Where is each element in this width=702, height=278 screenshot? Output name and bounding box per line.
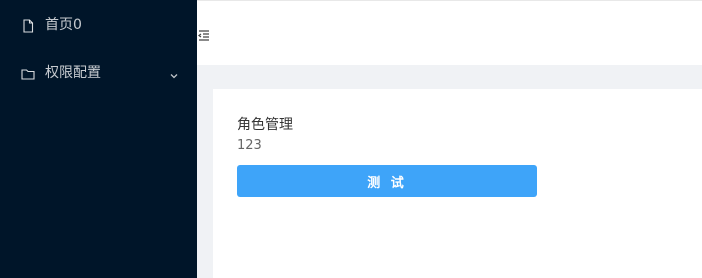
chevron-down-icon[interactable] bbox=[168, 67, 180, 79]
sidebar-item-permission-config[interactable]: 权限配置 bbox=[0, 53, 197, 93]
menu-fold-icon[interactable] bbox=[197, 27, 211, 41]
folder-icon bbox=[21, 66, 35, 80]
app-root: 首页0 权限配置 角色管理 123 测 试 bbox=[0, 0, 702, 278]
sidebar-item-label: 首页0 bbox=[45, 17, 82, 33]
sidebar-item-label: 权限配置 bbox=[45, 65, 101, 81]
content-card: 角色管理 123 测 试 bbox=[213, 89, 702, 278]
card-value: 123 bbox=[237, 138, 262, 153]
file-icon bbox=[21, 18, 35, 33]
test-button[interactable]: 测 试 bbox=[237, 165, 537, 197]
sidebar: 首页0 权限配置 bbox=[0, 0, 197, 278]
sidebar-item-home[interactable]: 首页0 bbox=[0, 5, 197, 45]
card-title: 角色管理 bbox=[237, 117, 293, 133]
